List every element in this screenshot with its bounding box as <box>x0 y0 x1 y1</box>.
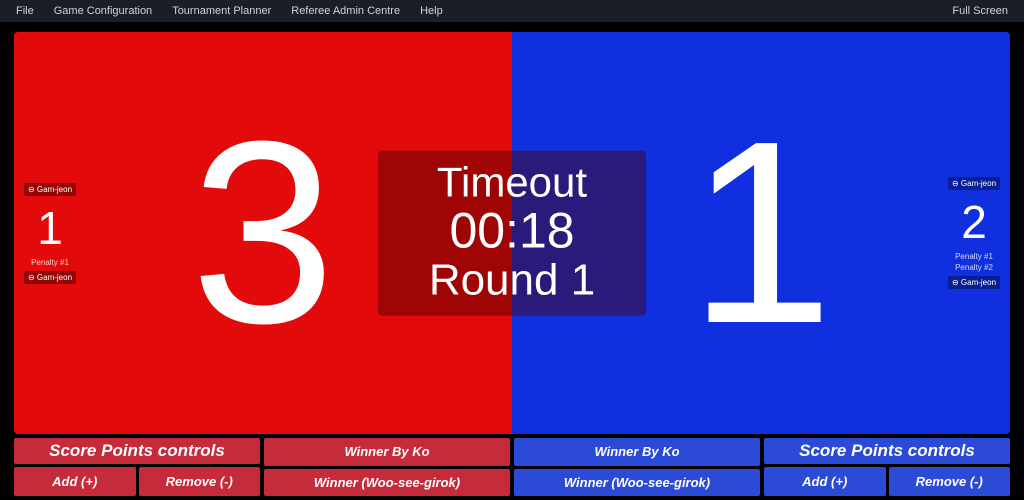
red-score: 3 <box>191 103 336 363</box>
red-gamjeon-chip-bottom[interactable]: ⊖ Gam-jeon <box>24 271 76 284</box>
blue-gamjeon-chip-bottom[interactable]: ⊖ Gam-jeon <box>948 276 1000 289</box>
blue-winner-ko-button[interactable]: Winner By Ko <box>514 438 760 466</box>
menu-tournament-planner[interactable]: Tournament Planner <box>162 5 281 17</box>
blue-penalty-item-2: Penalty #2 <box>955 263 993 272</box>
red-add-button[interactable]: Add (+) <box>14 467 136 496</box>
blue-penalty-column: ⊖ Gam-jeon 2 Penalty #1 Penalty #2 ⊖ Gam… <box>940 32 1010 434</box>
menu-help[interactable]: Help <box>410 5 453 17</box>
blue-winner-controls: Winner By Ko Winner (Woo-see-girok) <box>514 438 760 496</box>
red-controls-header: Score Points controls <box>14 438 260 464</box>
center-overlay: Timeout 00:18 Round 1 <box>378 151 646 316</box>
timeout-label: Timeout <box>378 161 646 205</box>
blue-penalty-item-1: Penalty #1 <box>955 252 993 261</box>
red-score-controls: Score Points controls Add (+) Remove (-) <box>14 438 260 496</box>
main-frame: ⊖ Gam-jeon 1 Penalty #1 ⊖ Gam-jeon 3 1 ⊖… <box>0 22 1024 500</box>
round-label: Round 1 <box>378 257 646 303</box>
blue-score-controls: Score Points controls Add (+) Remove (-) <box>764 438 1010 496</box>
red-remove-button[interactable]: Remove (-) <box>139 467 261 496</box>
red-winner-woo-button[interactable]: Winner (Woo-see-girok) <box>264 469 510 497</box>
red-penalty-count: 1 <box>37 205 63 251</box>
blue-winner-woo-button[interactable]: Winner (Woo-see-girok) <box>514 469 760 497</box>
menu-full-screen[interactable]: Full Screen <box>942 5 1018 17</box>
timeout-time: 00:18 <box>378 205 646 258</box>
red-gamjeon-chip-top[interactable]: ⊖ Gam-jeon <box>24 183 76 196</box>
menu-referee-admin[interactable]: Referee Admin Centre <box>281 5 410 17</box>
red-penalty-column: ⊖ Gam-jeon 1 Penalty #1 ⊖ Gam-jeon <box>14 32 84 434</box>
blue-penalty-count: 2 <box>961 199 987 245</box>
blue-controls-header: Score Points controls <box>764 438 1010 464</box>
red-winner-ko-button[interactable]: Winner By Ko <box>264 438 510 466</box>
red-penalty-item-1: Penalty #1 <box>31 258 69 267</box>
menubar: File Game Configuration Tournament Plann… <box>0 0 1024 22</box>
score-area: ⊖ Gam-jeon 1 Penalty #1 ⊖ Gam-jeon 3 1 ⊖… <box>14 32 1010 434</box>
blue-add-button[interactable]: Add (+) <box>764 467 886 496</box>
blue-score: 1 <box>689 103 834 363</box>
red-winner-controls: Winner By Ko Winner (Woo-see-girok) <box>264 438 510 496</box>
controls-row: Score Points controls Add (+) Remove (-)… <box>14 438 1010 496</box>
blue-gamjeon-chip-top[interactable]: ⊖ Gam-jeon <box>948 177 1000 190</box>
blue-remove-button[interactable]: Remove (-) <box>889 467 1011 496</box>
menu-game-configuration[interactable]: Game Configuration <box>44 5 162 17</box>
menu-file[interactable]: File <box>6 5 44 17</box>
